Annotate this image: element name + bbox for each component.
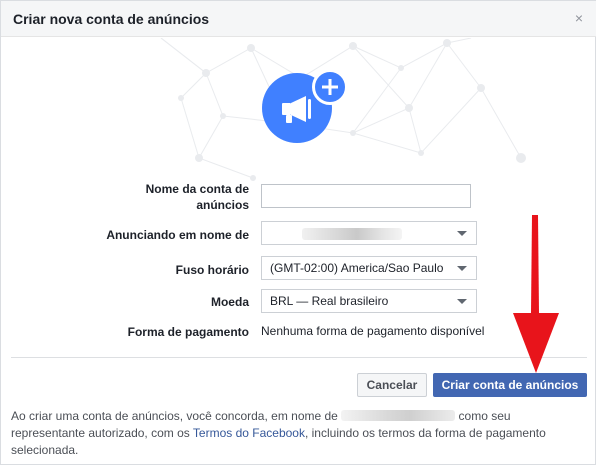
chevron-down-icon	[457, 231, 467, 236]
terms-part-1: Ao criar uma conta de anúncios, você con…	[11, 409, 338, 423]
dialog-header: Criar nova conta de anúncios ×	[1, 1, 596, 37]
redacted-business-name	[302, 228, 402, 240]
chevron-down-icon	[457, 266, 467, 271]
timezone-label: Fuso horário	[175, 263, 249, 277]
close-icon[interactable]: ×	[571, 10, 587, 26]
terms-text: Ao criar uma conta de anúncios, você con…	[11, 408, 581, 459]
dialog-title: Criar nova conta de anúncios	[13, 11, 210, 27]
timezone-value: (GMT-02:00) America/Sao Paulo	[270, 261, 444, 275]
redacted-business-name-inline	[341, 410, 456, 421]
cancel-button[interactable]: Cancelar	[357, 373, 427, 397]
currency-label: Moeda	[210, 295, 249, 309]
account-name-input[interactable]	[261, 184, 471, 208]
timezone-select[interactable]: (GMT-02:00) America/Sao Paulo	[261, 256, 477, 280]
chevron-down-icon	[457, 299, 467, 304]
account-name-label: Nome da conta de anúncios	[145, 182, 249, 212]
plus-icon	[312, 69, 348, 105]
advertising-for-label: Anunciando em nome de	[106, 228, 249, 242]
facebook-terms-link[interactable]: Termos do Facebook	[193, 426, 305, 440]
annotation-arrow	[513, 215, 559, 373]
payment-method-label: Forma de pagamento	[127, 325, 249, 339]
create-ad-account-dialog: Criar nova conta de anúncios × Nome da c…	[0, 0, 596, 465]
payment-method-value: Nenhuma forma de pagamento disponível	[261, 324, 485, 338]
currency-select[interactable]: BRL — Real brasileiro	[261, 289, 477, 313]
advertising-for-select[interactable]	[261, 221, 477, 245]
currency-value: BRL — Real brasileiro	[270, 294, 389, 308]
